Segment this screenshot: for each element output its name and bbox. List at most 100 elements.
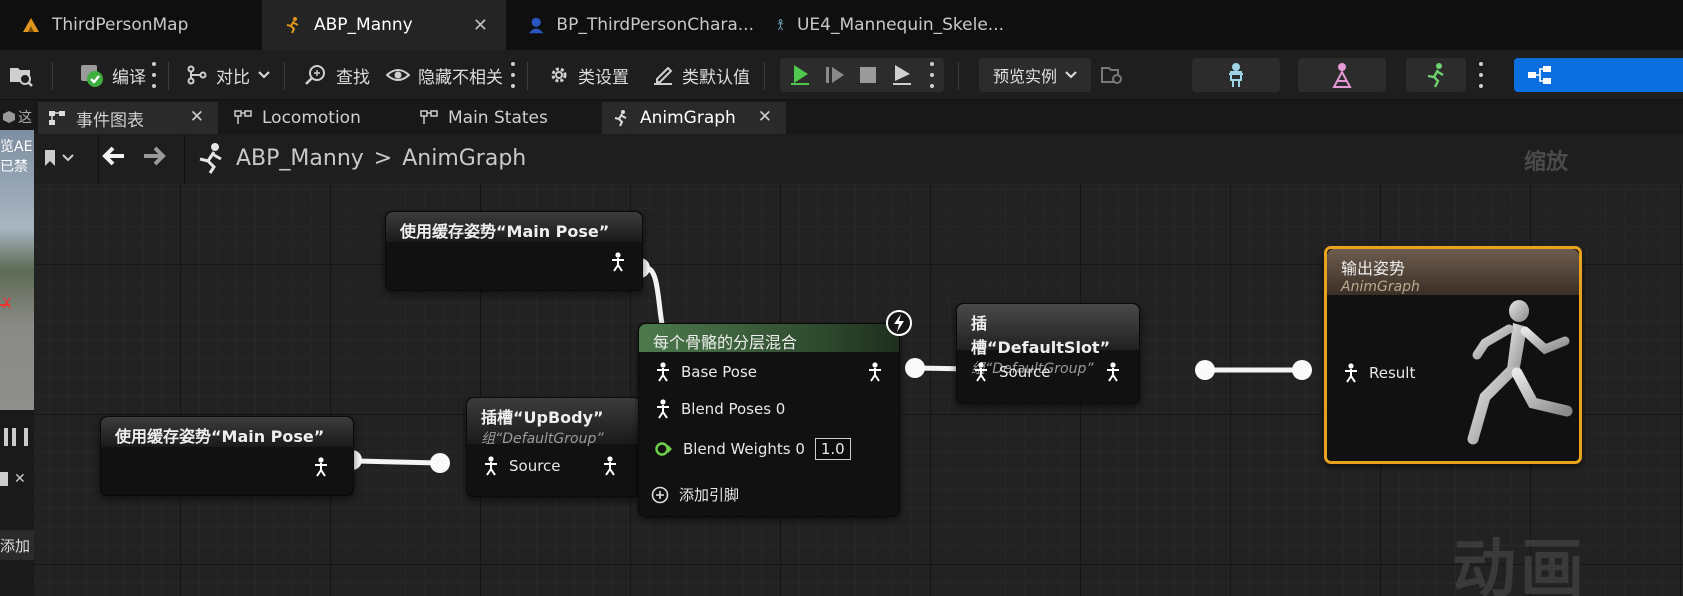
- diff-icon: [187, 65, 207, 85]
- running-character-icon: [614, 110, 627, 127]
- cached-pose-node-top[interactable]: 使用缓存姿势“Main Pose”: [385, 211, 643, 291]
- chevron-down-icon: [258, 71, 270, 79]
- pin-source[interactable]: Source: [483, 456, 561, 476]
- doc-tab-label: ABP_Manny: [314, 15, 413, 35]
- find-button[interactable]: 查找: [304, 58, 370, 92]
- pose-pin-icon: [975, 362, 987, 382]
- left-panel-strip: 这 览AE 已禁 X ✕ 添加: [0, 100, 34, 596]
- pin-label: Base Pose: [681, 363, 758, 381]
- class-settings-label: 类设置: [578, 67, 629, 88]
- pin-blend-weights[interactable]: Blend Weights 0 1.0: [653, 438, 851, 460]
- tab-animgraph[interactable]: AnimGraph ✕: [602, 102, 786, 134]
- doc-tab-thirdpersonmap[interactable]: ThirdPersonMap: [0, 0, 262, 50]
- close-icon[interactable]: ✕: [190, 107, 204, 127]
- anim-graph-canvas[interactable]: ABP_Manny > AnimGraph 缩放 使用缓存姿势“Main Pos…: [34, 134, 1683, 596]
- pause-button[interactable]: [0, 420, 34, 454]
- tab-event-graph[interactable]: 事件图表 ✕: [38, 102, 218, 134]
- mesh-mode-button[interactable]: [1298, 58, 1386, 92]
- class-defaults-button[interactable]: 类默认值: [652, 58, 750, 92]
- mode-options-button[interactable]: [1478, 62, 1484, 88]
- pin-dot: [1292, 360, 1312, 380]
- compile-check-icon: [81, 65, 103, 87]
- left-bottom-tab[interactable]: ✕: [0, 462, 34, 496]
- pose-pin-icon[interactable]: [867, 362, 883, 382]
- step-forward-icon[interactable]: [824, 64, 846, 86]
- compile-button[interactable]: 编译: [78, 58, 146, 92]
- pose-pin-icon: [485, 456, 497, 476]
- tab-label: Locomotion: [262, 108, 361, 128]
- add-button[interactable]: 添加: [0, 530, 34, 560]
- layered-blend-per-bone-node[interactable]: 每个骨骼的分层混合 Base Pose Blend Poses 0 Blend …: [638, 310, 912, 517]
- doc-tab-label: ThirdPersonMap: [52, 15, 189, 35]
- simulation-options-button[interactable]: [929, 62, 935, 88]
- output-pose-node[interactable]: 输出姿势 AnimGraph Result: [1324, 246, 1582, 464]
- class-settings-button[interactable]: 类设置: [548, 58, 629, 92]
- pose-pin-icon[interactable]: [313, 457, 329, 477]
- left-panel-tab-fragment: 这: [18, 110, 32, 126]
- viewport-preview[interactable]: 览AE 已禁 X: [0, 130, 34, 410]
- diff-button[interactable]: 对比: [186, 58, 270, 92]
- node-subtitle: AnimGraph: [1341, 279, 1420, 295]
- hide-unrelated-label: 隐藏不相关: [418, 67, 503, 88]
- pin-blend-poses[interactable]: Blend Poses 0: [655, 399, 785, 419]
- pin-result[interactable]: Result: [1343, 363, 1415, 383]
- doc-tab-abp-manny[interactable]: ABP_Manny ✕: [262, 0, 506, 50]
- panel-tab-icon: [0, 472, 8, 486]
- doc-tab-ue4-mannequin-skeleton[interactable]: UE4_Mannequin_Skele...: [754, 0, 1004, 50]
- pose-pin-icon[interactable]: [602, 456, 618, 476]
- close-icon[interactable]: ✕: [758, 107, 772, 127]
- eject-icon[interactable]: [890, 63, 914, 87]
- browse-button[interactable]: [8, 58, 34, 92]
- pin-base-pose[interactable]: Base Pose: [655, 362, 757, 382]
- simulation-controls: [780, 58, 944, 92]
- slot-defaultslot-node[interactable]: 插槽“DefaultSlot” 组“DefaultGroup” Source: [956, 303, 1140, 404]
- pin-dot: [1195, 360, 1215, 380]
- main-toolbar: 编译 对比 查找 隐藏不相关 类设置 类默认值 预览实例: [0, 50, 1683, 100]
- blend-weight-input[interactable]: 1.0: [814, 438, 851, 460]
- wire-bottom-cache-to-slot: [354, 458, 442, 466]
- float-pin-icon: [655, 442, 672, 456]
- skeleton-icon: [777, 19, 784, 31]
- add-circle-icon: [651, 486, 669, 503]
- stop-icon[interactable]: [858, 65, 878, 85]
- preview-instance-dropdown[interactable]: 预览实例: [979, 58, 1091, 92]
- close-icon[interactable]: ✕: [473, 15, 488, 36]
- doc-tab-bp-thirdpersoncharacter[interactable]: BP_ThirdPersonChara...: [506, 0, 754, 50]
- viewport-text-line1: 览AE: [0, 139, 33, 155]
- lightning-bolt-icon: [886, 310, 912, 336]
- cached-pose-node-bottom[interactable]: 使用缓存姿势“Main Pose”: [100, 416, 354, 496]
- chevron-down-icon: [1065, 71, 1077, 79]
- blueprint-graph-icon: [1527, 66, 1551, 84]
- tab-label: Main States: [448, 108, 548, 128]
- pin-label: Blend Weights 0: [683, 440, 805, 458]
- node-title: 插槽“UpBody”: [481, 408, 604, 427]
- blueprint-mode-button[interactable]: [1514, 58, 1683, 92]
- close-icon[interactable]: ✕: [14, 471, 26, 487]
- skeleton-mode-button[interactable]: [1192, 58, 1280, 92]
- compile-options-button[interactable]: [151, 62, 157, 88]
- node-header: 输出姿势 AnimGraph: [1327, 249, 1579, 295]
- slot-upbody-node[interactable]: 插槽“UpBody” 组“DefaultGroup” Source: [466, 397, 642, 497]
- tab-locomotion[interactable]: Locomotion: [224, 102, 404, 134]
- add-pin-button[interactable]: 添加引脚: [651, 484, 739, 505]
- debug-folder-icon: [1101, 67, 1122, 84]
- pin-source[interactable]: Source: [973, 362, 1051, 382]
- left-panel-tab[interactable]: 这: [0, 104, 34, 130]
- class-defaults-icon: [654, 66, 673, 85]
- pose-pin-icon[interactable]: [1105, 362, 1121, 382]
- pin-label: Source: [999, 363, 1051, 381]
- hide-unrelated-options-button[interactable]: [510, 62, 516, 88]
- animation-mode-button[interactable]: [1406, 58, 1466, 92]
- pose-pin-icon: [657, 362, 669, 382]
- debug-filter-button[interactable]: [1100, 58, 1124, 92]
- graph-tab-bar: 事件图表 ✕ Locomotion Main States AnimGraph …: [34, 100, 1683, 134]
- axis-x-line: [0, 304, 10, 306]
- pose-pin-icon: [657, 399, 669, 419]
- mesh-icon: [1332, 63, 1352, 88]
- find-label: 查找: [336, 67, 370, 88]
- play-icon[interactable]: [788, 63, 812, 87]
- pin-dot: [905, 358, 925, 378]
- tab-main-states[interactable]: Main States: [410, 102, 596, 134]
- pose-pin-icon[interactable]: [610, 252, 626, 272]
- hide-unrelated-button[interactable]: 隐藏不相关: [386, 58, 503, 92]
